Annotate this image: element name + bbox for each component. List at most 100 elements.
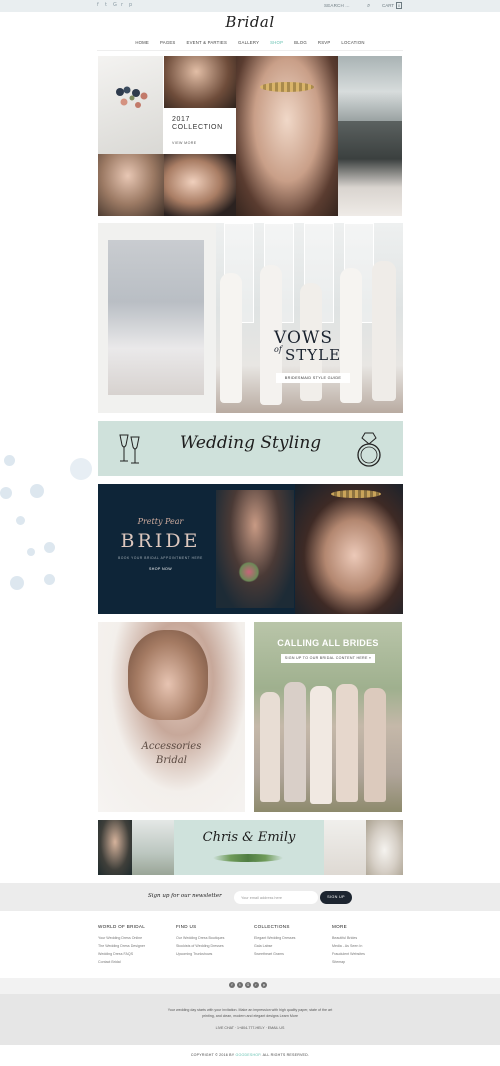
nav-blog[interactable]: BLOG xyxy=(294,40,307,45)
footer-link[interactable]: Media - As Seen In xyxy=(332,942,365,950)
nav-gallery[interactable]: GALLERY xyxy=(238,40,259,45)
footer-link[interactable]: Stockists of Wedding Dresses xyxy=(176,942,224,950)
bride-tiara-photo xyxy=(295,484,403,614)
main-nav: HOME PAGES EVENT & PARTIES GALLERY SHOP … xyxy=(97,40,403,45)
twitter-icon[interactable]: t xyxy=(237,982,243,988)
nav-home[interactable]: HOME xyxy=(135,40,149,45)
bride-hair-accessory-photo xyxy=(128,630,208,720)
footer-column-more: MORE Beautiful Brides Media - As Seen In… xyxy=(332,924,365,966)
bridesmaid-figure xyxy=(372,261,396,401)
footer-link[interactable]: The Wedding Dress Designer xyxy=(98,942,145,950)
google-plus-icon[interactable]: G xyxy=(113,3,118,8)
site-logo[interactable]: Bridal xyxy=(0,13,500,31)
rss-icon[interactable]: r xyxy=(121,3,126,8)
pinterest-icon[interactable]: p xyxy=(129,3,134,8)
top-bar: f t G r p SEARCH ... ⌕ CART 0 xyxy=(0,0,500,12)
footer-social-bar: f t G r p xyxy=(0,978,500,994)
bride-title: BRIDE xyxy=(120,530,201,552)
greenery-garland-image xyxy=(213,854,283,862)
footer-column-title: COLLECTIONS xyxy=(254,924,290,929)
footer-link[interactable]: Our Wedding Dress Boutiques xyxy=(176,934,224,942)
gold-crown-image xyxy=(260,82,314,92)
tiara-image xyxy=(331,490,381,498)
footer-link[interactable]: Gala Labse xyxy=(254,942,295,950)
bridesmaid-style-guide-button[interactable]: BRIDESMAID STYLE GUIDE xyxy=(276,373,350,383)
footer-social-icons: f t G r p xyxy=(229,982,267,988)
bride-crown-photo[interactable] xyxy=(236,56,338,216)
diamond-ring-icon xyxy=(357,432,381,467)
footer-link[interactable]: Upcoming Trunkshows xyxy=(176,950,224,958)
vows-of-style-banner[interactable]: VOWS of STYLE BRIDESMAID STYLE GUIDE xyxy=(98,223,403,413)
bridal-appointment-subtitle: BOOK YOUR BRIDAL APPOINTMENT HERE xyxy=(118,556,203,560)
pretty-pear-bride-banner[interactable]: Pretty Pear BRIDE BOOK YOUR BRIDAL APPOI… xyxy=(98,484,403,614)
accessories-bridal-title: Accessories Bridal xyxy=(141,741,202,766)
bridal-content-signup-button[interactable]: SIGN UP TO OUR BRIDAL CONTENT HERE » xyxy=(281,654,375,663)
rss-icon[interactable]: r xyxy=(253,982,259,988)
nav-rsvp[interactable]: RSVP xyxy=(318,40,331,45)
footer-link[interactable]: Sweetheart Grams xyxy=(254,950,295,958)
twitter-icon[interactable]: t xyxy=(105,3,110,8)
bride-veil-photo[interactable] xyxy=(338,56,402,121)
bridesmaids-standing-photo: VOWS of STYLE BRIDESMAID STYLE GUIDE xyxy=(216,223,403,413)
footer-link[interactable]: Elegant Wedding Dresses xyxy=(254,934,295,942)
view-more-link[interactable]: VIEW MORE xyxy=(172,141,197,145)
copyright: COPYRIGHT © 2016 BY GOODESHOP. ALL RIGHT… xyxy=(190,1053,310,1057)
bride-portrait-photo[interactable] xyxy=(98,154,164,216)
footer-link[interactable]: Your Wedding Dress Online xyxy=(98,934,145,942)
bride-earring-photo[interactable] xyxy=(164,154,236,216)
footer-link[interactable]: Fraudulent Websites xyxy=(332,950,365,958)
nav-event-parties[interactable]: EVENT & PARTIES xyxy=(187,40,228,45)
newsletter-signup-button[interactable]: SIGN UP xyxy=(320,891,352,904)
pinterest-icon[interactable]: p xyxy=(261,982,267,988)
wedding-cake-photo xyxy=(366,820,403,875)
chris-emily-banner[interactable]: Chris & Emily xyxy=(98,820,403,875)
footer-column-title: MORE xyxy=(332,924,347,929)
google-plus-icon[interactable]: G xyxy=(245,982,251,988)
footer-column-collections: COLLECTIONS Elegant Wedding Dresses Gala… xyxy=(254,924,295,958)
footer-link[interactable]: Sitemap xyxy=(332,958,365,966)
reception-table-photo xyxy=(132,820,174,875)
cart-count-badge[interactable]: 0 xyxy=(396,2,402,9)
couple-names: Chris & Emily xyxy=(202,830,296,845)
nav-location[interactable]: LOCATION xyxy=(341,40,364,45)
cart-link[interactable]: CART xyxy=(382,3,394,8)
newsletter-email-input[interactable] xyxy=(234,891,318,904)
collection-title: 2017 COLLECTION xyxy=(172,116,223,131)
bouquet-image xyxy=(238,562,260,582)
footer-about: Your wedding day starts with your invita… xyxy=(0,994,500,1045)
accessories-bridal-card[interactable]: Accessories Bridal xyxy=(98,622,245,812)
footer-column-world-of-bridal: WORLD OF BRIDAL Your Wedding Dress Onlin… xyxy=(98,924,145,966)
social-links: f t G r p xyxy=(97,3,134,8)
bride-bouquet-photo xyxy=(216,490,294,608)
search-icon[interactable]: ⌕ xyxy=(367,2,370,10)
bridesmaid-figure xyxy=(336,684,358,802)
bridesmaid-figure xyxy=(364,688,386,802)
about-text: Your wedding day starts with your invita… xyxy=(167,1008,333,1018)
newsletter-label: Sign up for our newsletter xyxy=(148,893,222,899)
calling-all-brides-card[interactable]: CALLING ALL BRIDES SIGN UP TO OUR BRIDAL… xyxy=(254,622,402,812)
nav-shop[interactable]: SHOP xyxy=(270,40,283,45)
shop-now-button[interactable]: SHOP NOW xyxy=(108,567,213,571)
footer-column-find-us: FIND US Our Wedding Dress Boutiques Stoc… xyxy=(176,924,224,958)
contact-links[interactable]: LIVE CHAT · 1+804-777-HELY · EMAIL US xyxy=(0,1026,500,1030)
jewelry-photo[interactable] xyxy=(98,56,163,154)
facebook-icon[interactable]: f xyxy=(97,3,102,8)
newsletter-bar: Sign up for our newsletter SIGN UP xyxy=(0,883,500,911)
bride-stone-wall-photo[interactable] xyxy=(338,121,402,216)
footer-link[interactable]: Wedding Dress FAQS xyxy=(98,950,145,958)
pretty-pear-script: Pretty Pear xyxy=(137,517,184,526)
footer-link[interactable]: Contact Bridal xyxy=(98,958,145,966)
invitation-stationery-photo xyxy=(324,820,366,875)
search-input[interactable]: SEARCH ... xyxy=(324,3,350,8)
bridesmaid-figure xyxy=(284,682,306,802)
necklace-photo[interactable] xyxy=(164,56,236,108)
brand-link[interactable]: GOODESHOP xyxy=(236,1053,261,1057)
facebook-icon[interactable]: f xyxy=(229,982,235,988)
bridesmaid-figure xyxy=(310,686,332,804)
footer-link[interactable]: Beautiful Brides xyxy=(332,934,365,942)
nav-pages[interactable]: PAGES xyxy=(160,40,176,45)
footer-column-title: WORLD OF BRIDAL xyxy=(98,924,146,929)
bridesmaids-seated-photo xyxy=(108,240,204,395)
collection-card[interactable]: 2017 COLLECTION VIEW MORE xyxy=(164,108,236,154)
wedding-styling-banner[interactable]: Wedding Styling xyxy=(98,421,403,476)
